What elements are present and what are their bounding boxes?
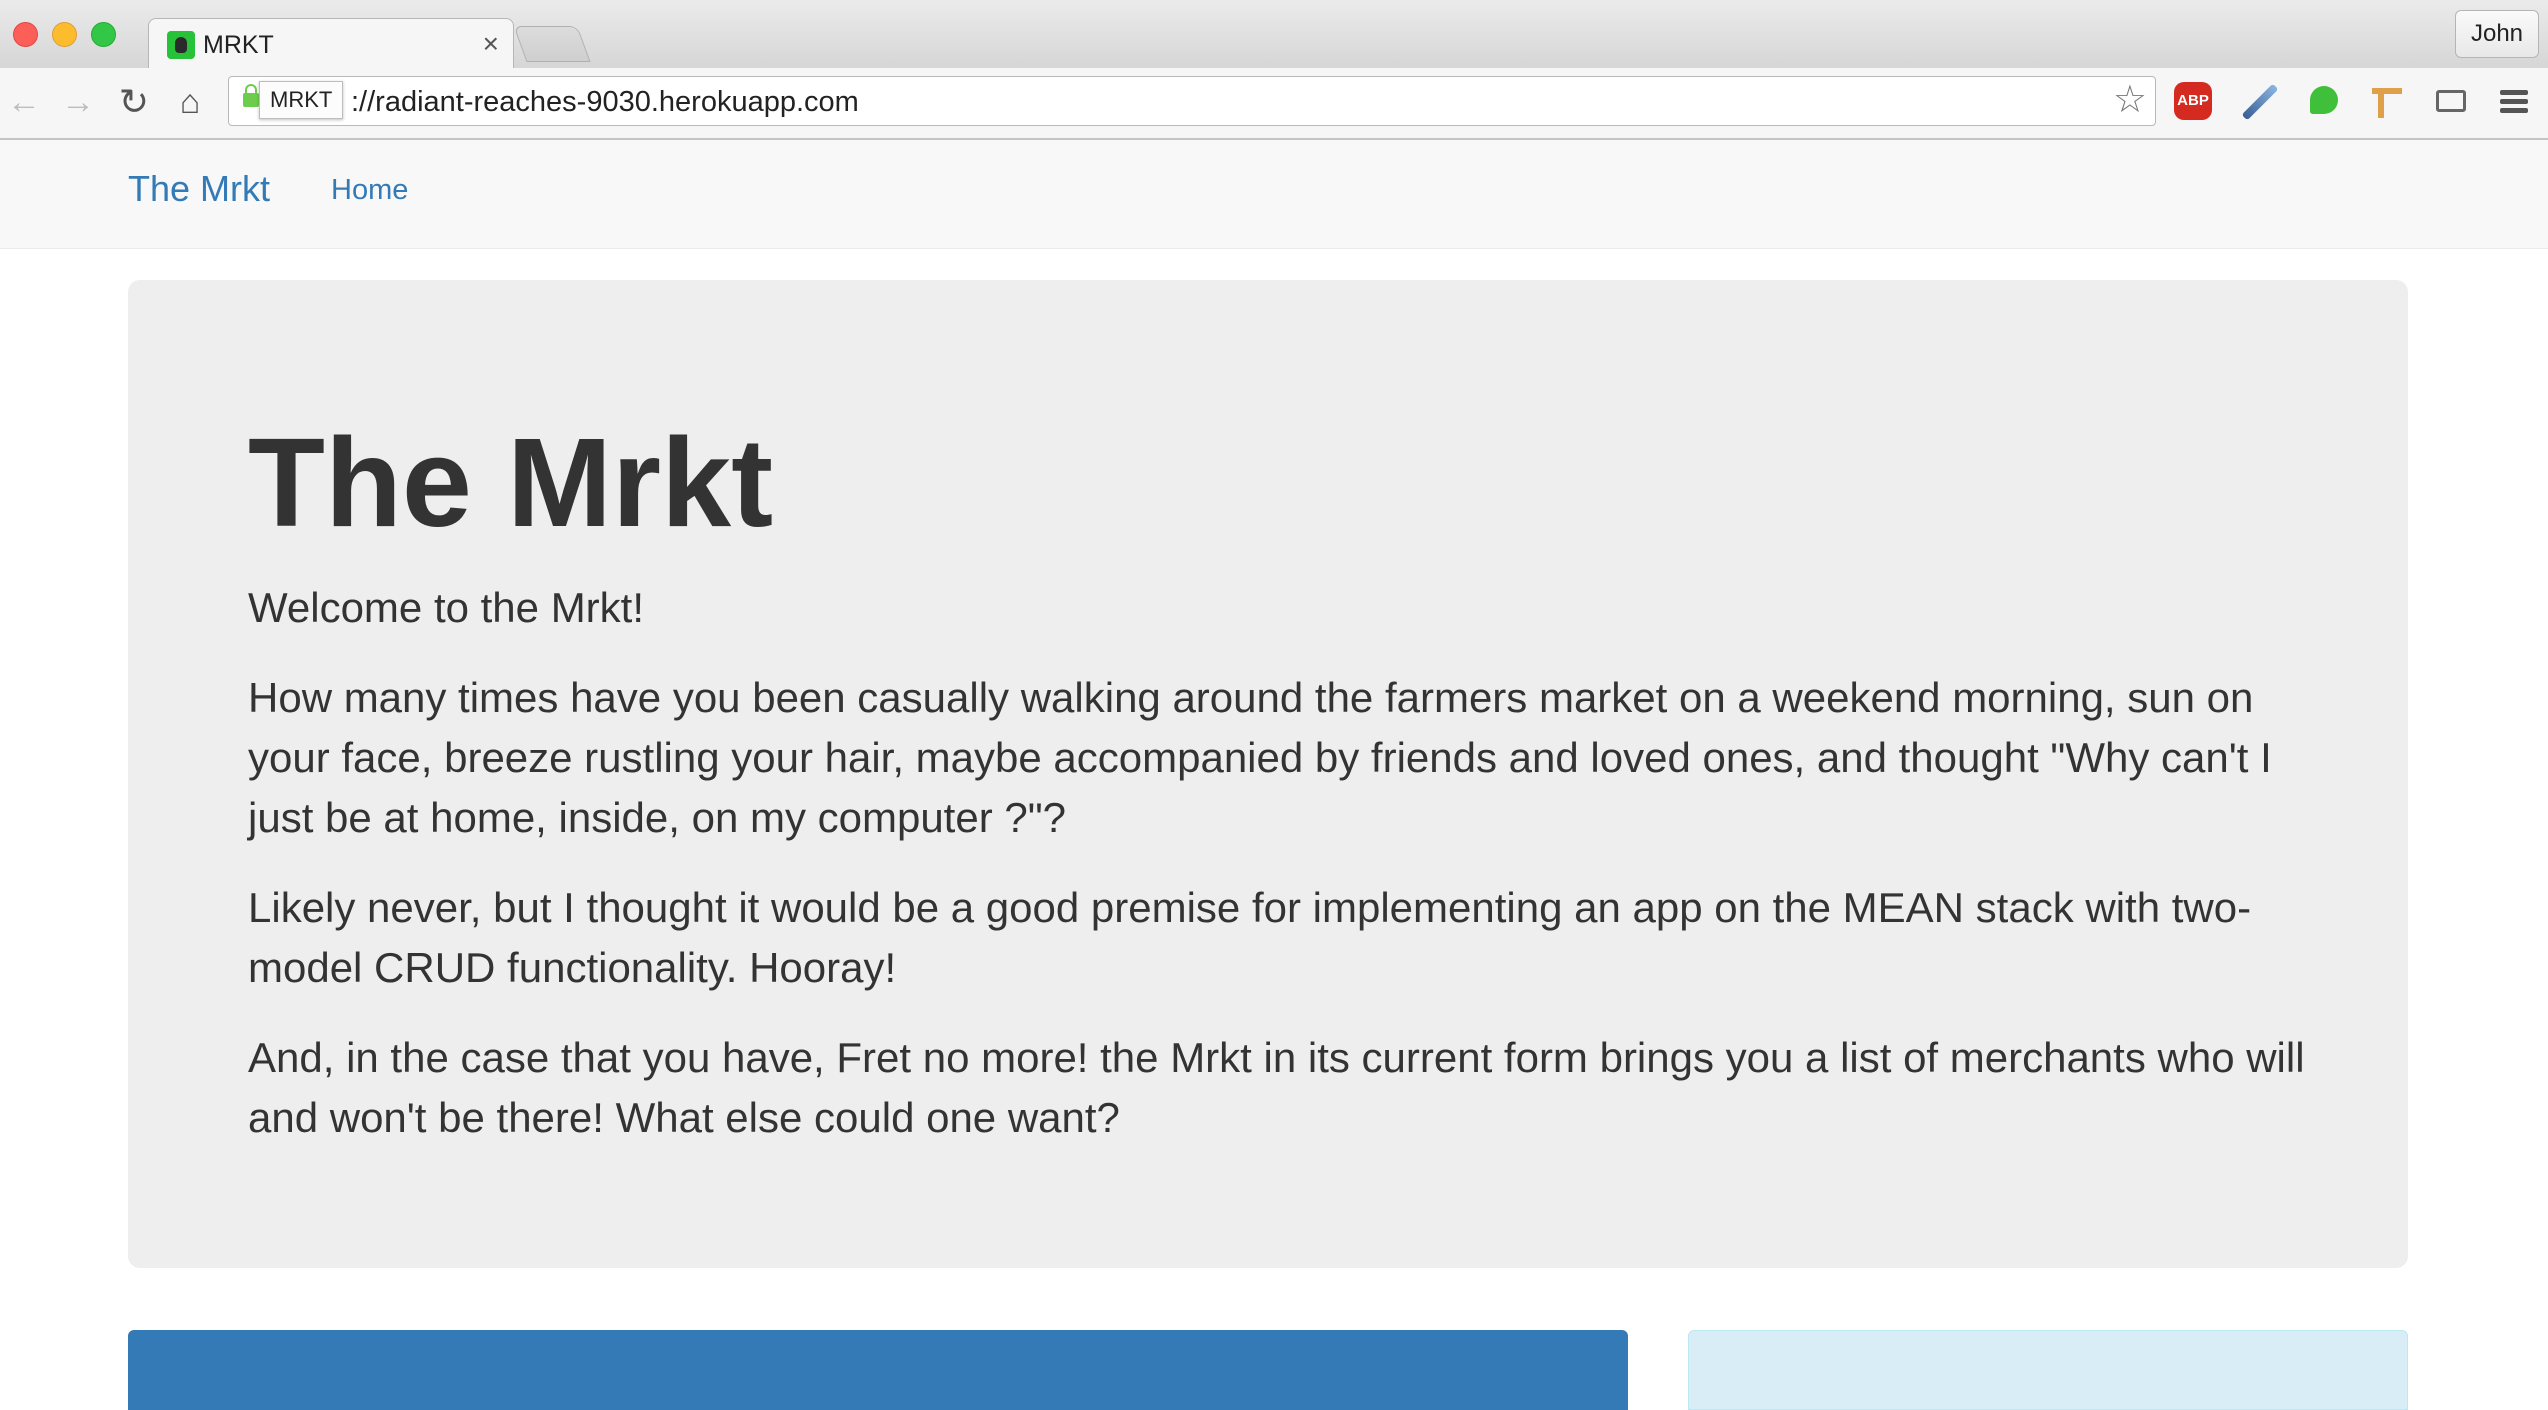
owl-favicon-icon [167,31,195,59]
reload-icon[interactable]: ↻ [114,82,154,122]
minimize-window-button[interactable] [52,22,77,47]
browser-toolbar: ← → ↻ ⌂ MRKT ://radiant-reaches-9030.her… [0,68,2548,140]
page-title: The Mrkt [248,412,774,553]
intro-paragraph: How many times have you been casually wa… [248,674,2272,841]
jumbotron: The Mrkt Welcome to the Mrkt! How many t… [128,280,2408,1268]
eyedropper-icon[interactable] [2238,82,2279,122]
navbar-home-link[interactable]: Home [331,174,408,207]
url-text[interactable]: ://radiant-reaches-9030.herokuapp.com [351,86,859,119]
browser-tab-active[interactable]: MRKT × [148,18,514,70]
site-navbar: The Mrkt Home [0,140,2548,249]
home-icon[interactable]: ⌂ [170,82,210,122]
welcome-text: Welcome to the Mrkt! [248,584,645,631]
bookmark-star-icon[interactable]: ☆ [2113,80,2147,120]
profile-button[interactable]: John [2455,10,2539,58]
zoom-window-button[interactable] [91,22,116,47]
evernote-icon[interactable] [2304,82,2344,122]
tab-title: MRKT [203,31,274,59]
tab-close-icon[interactable]: × [483,28,499,60]
back-arrow-icon[interactable]: ← [4,82,44,122]
closing-paragraph: And, in the case that you have, Fret no … [248,1034,2305,1141]
address-bar[interactable]: MRKT ://radiant-reaches-9030.herokuapp.c… [228,76,2156,126]
tools-icon[interactable] [2366,82,2406,122]
merchants-panel-primary [128,1330,1628,1410]
forward-arrow-icon[interactable]: → [58,82,98,122]
tooltip: MRKT [259,81,344,119]
browser-titlebar: MRKT × John [0,0,2548,70]
new-tab-button[interactable] [513,26,591,62]
navbar-brand-link[interactable]: The Mrkt [128,168,270,210]
adblock-plus-icon[interactable]: ABP [2174,82,2212,120]
cast-icon[interactable] [2430,82,2470,122]
menu-icon[interactable] [2494,82,2534,122]
lock-icon [243,84,259,107]
premise-paragraph: Likely never, but I thought it would be … [248,884,2252,991]
merchants-panel-info [1688,1330,2408,1410]
close-window-button[interactable] [13,22,38,47]
